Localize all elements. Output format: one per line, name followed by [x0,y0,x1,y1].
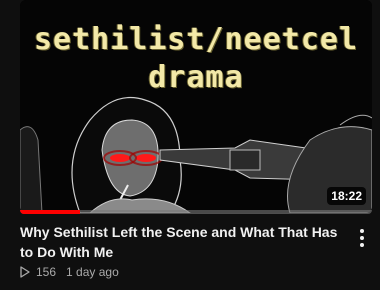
kebab-dot [360,236,364,240]
kebab-dot [360,243,364,247]
upload-age: 1 day ago [66,265,119,279]
view-count: 156 [36,265,57,279]
duration-badge: 18:22 [327,187,366,205]
thumbnail-title-line2: drama [148,60,244,95]
kebab-menu-icon[interactable] [352,226,372,250]
watch-progress-fill [20,210,80,214]
thumbnail-title-line1: sethilist/neetcel [33,22,359,57]
watch-progress-bar [20,210,372,214]
video-title[interactable]: Why Sethilist Left the Scene and What Th… [20,222,340,262]
kebab-dot [360,229,364,233]
video-card: sethilist/neetcel drama 18:22 Why Sethil… [0,0,380,290]
play-outline-icon [20,266,30,278]
video-thumbnail[interactable]: sethilist/neetcel drama 18:22 [20,0,372,213]
video-meta: 156 1 day ago [20,265,119,279]
